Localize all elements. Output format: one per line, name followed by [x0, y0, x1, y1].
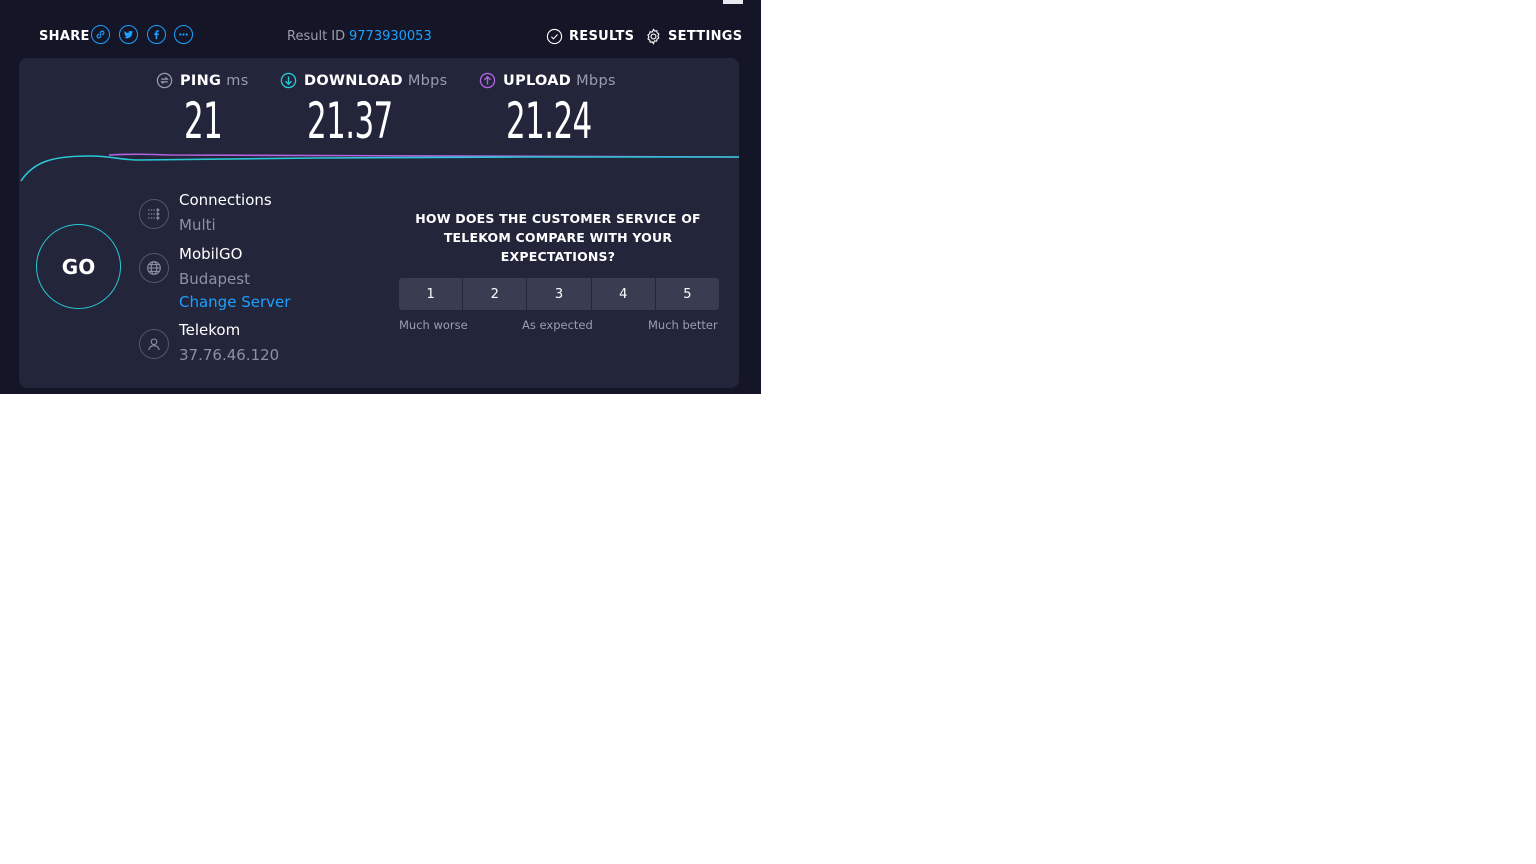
ping-label: PING — [180, 72, 222, 89]
download-arrow-icon — [280, 72, 297, 89]
results-button[interactable]: RESULTS — [546, 28, 634, 45]
provider-ip: 37.76.46.120 — [179, 346, 280, 364]
provider-name: Telekom — [179, 321, 241, 339]
share-label: SHARE — [39, 29, 90, 44]
connections-value[interactable]: Multi — [179, 216, 216, 234]
results-label: RESULTS — [569, 29, 635, 44]
scale-label-mid: As expected — [522, 318, 593, 332]
globe-icon — [139, 253, 169, 283]
upload-unit: Mbps — [576, 72, 616, 89]
connections-title: Connections — [179, 191, 272, 209]
upload-label: UPLOAD — [503, 72, 572, 89]
rating-option-1[interactable]: 1 — [399, 278, 463, 310]
rating-option-3[interactable]: 3 — [527, 278, 591, 310]
more-icon[interactable] — [174, 25, 193, 44]
rating-scale: 1 2 3 4 5 — [399, 278, 720, 310]
rating-option-4[interactable]: 4 — [591, 278, 655, 310]
rating-option-5[interactable]: 5 — [655, 278, 720, 310]
result-id-label: Result ID — [287, 29, 346, 44]
settings-button[interactable]: SETTINGS — [645, 28, 742, 45]
upload-value: 21.24 — [506, 92, 592, 150]
download-value: 21.37 — [307, 92, 393, 150]
scale-label-low: Much worse — [399, 318, 468, 332]
facebook-icon[interactable] — [147, 25, 166, 44]
ping-icon — [156, 72, 173, 89]
survey-question: HOW DOES THE CUSTOMER SERVICE OF TELEKOM… — [415, 211, 701, 264]
ping-metric: PING ms 21 — [156, 72, 249, 150]
settings-label: SETTINGS — [668, 29, 743, 44]
gear-icon — [647, 28, 660, 45]
twitter-icon[interactable] — [119, 25, 138, 44]
connections-icon — [139, 199, 169, 229]
upload-arrow-icon — [479, 72, 496, 89]
results-panel: PING ms 21 DOWNLOAD Mbps 21.37 UPLOAD Mb… — [19, 58, 739, 388]
server-location: Budapest — [179, 270, 250, 288]
scale-label-high: Much better — [648, 318, 718, 332]
speed-graph — [20, 153, 739, 182]
download-metric: DOWNLOAD Mbps 21.37 — [280, 72, 448, 150]
ping-value: 21 — [184, 92, 223, 150]
upload-metric: UPLOAD Mbps 21.24 — [479, 72, 616, 150]
change-server-link[interactable]: Change Server — [179, 293, 290, 311]
go-button[interactable]: GO — [36, 224, 121, 309]
link-icon[interactable] — [91, 25, 110, 44]
rating-option-2[interactable]: 2 — [463, 278, 527, 310]
download-unit: Mbps — [407, 72, 448, 89]
ping-unit: ms — [226, 72, 249, 89]
download-graph-line — [20, 155, 739, 182]
user-icon — [139, 329, 169, 359]
download-label: DOWNLOAD — [304, 72, 403, 89]
window-control[interactable] — [723, 0, 743, 4]
server-name: MobilGO — [179, 245, 243, 263]
result-id-link[interactable]: 9773930053 — [349, 29, 432, 44]
speedtest-app: SHARE Result ID 9773930053 RESULTS SETTI… — [0, 0, 761, 394]
check-circle-icon — [546, 28, 563, 45]
